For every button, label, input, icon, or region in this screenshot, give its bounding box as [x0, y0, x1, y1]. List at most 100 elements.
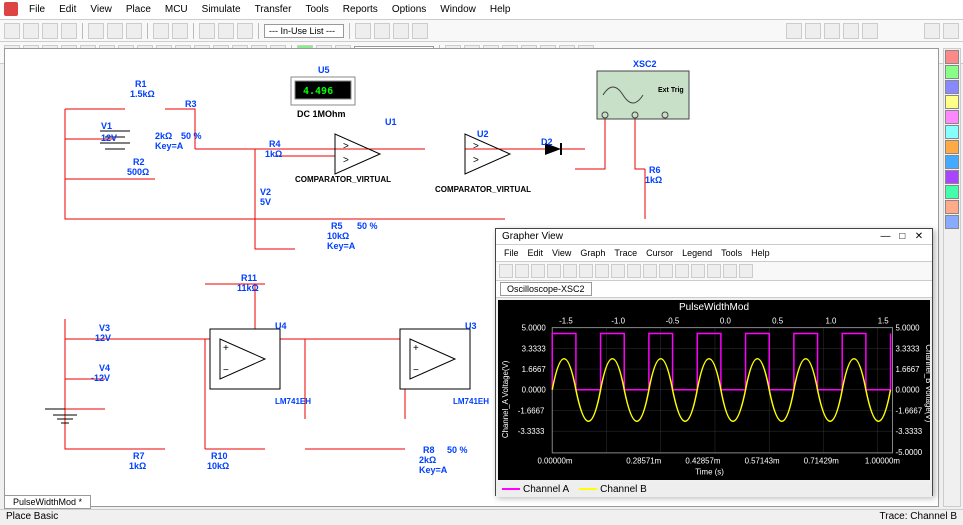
label-r3-ref: R3 — [185, 99, 197, 109]
pal-item-6[interactable] — [945, 125, 959, 139]
gmenu-trace[interactable]: Trace — [610, 247, 641, 259]
pal-item-2[interactable] — [945, 65, 959, 79]
gtb-14-icon[interactable] — [707, 264, 721, 278]
pal-item-11[interactable] — [945, 200, 959, 214]
pal-item-9[interactable] — [945, 170, 959, 184]
gmenu-help[interactable]: Help — [747, 247, 774, 259]
menu-reports[interactable]: Reports — [337, 2, 384, 17]
tb-comp3-icon[interactable] — [393, 23, 409, 39]
pal-item-7[interactable] — [945, 140, 959, 154]
gtb-8-icon[interactable] — [611, 264, 625, 278]
grapher-window[interactable]: Grapher View — □ ✕ File Edit View Graph … — [495, 228, 933, 496]
gtb-6-icon[interactable] — [579, 264, 593, 278]
label-u2-ref: U2 — [477, 129, 489, 139]
gtb-11-icon[interactable] — [659, 264, 673, 278]
tb-zoom-b-icon[interactable] — [824, 23, 840, 39]
component-u4[interactable]: + − — [210, 329, 280, 389]
tb-paste-icon[interactable] — [126, 23, 142, 39]
svg-text:0.0000: 0.0000 — [895, 386, 920, 395]
grapher-min-icon[interactable]: — — [878, 231, 892, 242]
menu-help[interactable]: Help — [484, 2, 517, 17]
gmenu-graph[interactable]: Graph — [576, 247, 609, 259]
label-r5-key: Key=A — [327, 241, 355, 251]
gtb-4-icon[interactable] — [547, 264, 561, 278]
component-u2[interactable]: > > — [465, 134, 510, 174]
tb-comp4-icon[interactable] — [412, 23, 428, 39]
grapher-menubar: File Edit View Graph Trace Cursor Legend… — [496, 245, 932, 262]
grapher-close-icon[interactable]: ✕ — [912, 231, 926, 242]
menu-transfer[interactable]: Transfer — [249, 2, 298, 17]
inuse-dropdown[interactable]: --- In-Use List --- — [264, 24, 344, 38]
grapher-plot[interactable]: PulseWidthMod 5.0000 3.3333 1.6667 — [498, 300, 930, 480]
component-u3[interactable]: + − — [400, 329, 470, 389]
label-v3-val: 12V — [95, 333, 111, 343]
pal-item-3[interactable] — [945, 80, 959, 94]
gtb-2-icon[interactable] — [515, 264, 529, 278]
component-u1[interactable]: > > — [335, 134, 380, 174]
label-r4-ref: R4 — [269, 139, 281, 149]
menu-file[interactable]: File — [23, 2, 51, 17]
tb-undo-icon[interactable] — [153, 23, 169, 39]
tb-comp2-icon[interactable] — [374, 23, 390, 39]
menu-view[interactable]: View — [84, 2, 118, 17]
tb-comp1-icon[interactable] — [355, 23, 371, 39]
gtb-9-icon[interactable] — [627, 264, 641, 278]
menu-edit[interactable]: Edit — [53, 2, 82, 17]
pal-item-1[interactable] — [945, 50, 959, 64]
tb-zoom-c-icon[interactable] — [843, 23, 859, 39]
tb-search-icon[interactable] — [786, 23, 802, 39]
grapher-tab-osc[interactable]: Oscilloscope-XSC2 — [500, 282, 592, 296]
gmenu-legend[interactable]: Legend — [678, 247, 716, 259]
tb-zoom-a-icon[interactable] — [805, 23, 821, 39]
tb-list-icon[interactable] — [943, 23, 959, 39]
label-v3-ref: V3 — [99, 323, 110, 333]
pal-item-10[interactable] — [945, 185, 959, 199]
tb-grid-icon[interactable] — [924, 23, 940, 39]
menu-tools[interactable]: Tools — [299, 2, 334, 17]
tb-fullscreen-icon[interactable] — [862, 23, 878, 39]
pal-item-12[interactable] — [945, 215, 959, 229]
tb-cut-icon[interactable] — [88, 23, 104, 39]
tb-zoomfit-icon[interactable] — [237, 23, 253, 39]
pal-item-4[interactable] — [945, 95, 959, 109]
menu-options[interactable]: Options — [386, 2, 432, 17]
gmenu-cursor[interactable]: Cursor — [642, 247, 677, 259]
component-xsc2[interactable] — [597, 71, 689, 119]
gtb-15-icon[interactable] — [723, 264, 737, 278]
gtb-12-icon[interactable] — [675, 264, 689, 278]
gtb-10-icon[interactable] — [643, 264, 657, 278]
label-r5-pct: 50 % — [357, 221, 378, 231]
tb-print-icon[interactable] — [61, 23, 77, 39]
menu-simulate[interactable]: Simulate — [196, 2, 247, 17]
menu-mcu[interactable]: MCU — [159, 2, 194, 17]
gmenu-view[interactable]: View — [548, 247, 575, 259]
tb-copy-icon[interactable] — [107, 23, 123, 39]
tb-open-icon[interactable] — [23, 23, 39, 39]
component-u5[interactable]: 4.496 — [291, 77, 355, 105]
gmenu-edit[interactable]: Edit — [524, 247, 548, 259]
tb-zoomin-icon[interactable] — [199, 23, 215, 39]
tb-zoomout-icon[interactable] — [218, 23, 234, 39]
gtb-13-icon[interactable] — [691, 264, 705, 278]
svg-text:5.0000: 5.0000 — [522, 324, 547, 333]
tb-new-icon[interactable] — [4, 23, 20, 39]
gtb-5-icon[interactable] — [563, 264, 577, 278]
gmenu-tools[interactable]: Tools — [717, 247, 746, 259]
svg-text:5.0000: 5.0000 — [895, 324, 920, 333]
gtb-1-icon[interactable] — [499, 264, 513, 278]
menu-window[interactable]: Window — [434, 2, 482, 17]
tb-save-icon[interactable] — [42, 23, 58, 39]
gtb-16-icon[interactable] — [739, 264, 753, 278]
tb-redo-icon[interactable] — [172, 23, 188, 39]
menu-place[interactable]: Place — [120, 2, 157, 17]
svg-text:-0.5: -0.5 — [666, 317, 680, 326]
svg-text:0.0: 0.0 — [720, 317, 732, 326]
gmenu-file[interactable]: File — [500, 247, 523, 259]
document-tab[interactable]: PulseWidthMod * — [4, 495, 91, 509]
grapher-titlebar[interactable]: Grapher View — □ ✕ — [496, 229, 932, 245]
gtb-3-icon[interactable] — [531, 264, 545, 278]
grapher-max-icon[interactable]: □ — [895, 231, 909, 242]
pal-item-8[interactable] — [945, 155, 959, 169]
pal-item-5[interactable] — [945, 110, 959, 124]
gtb-7-icon[interactable] — [595, 264, 609, 278]
